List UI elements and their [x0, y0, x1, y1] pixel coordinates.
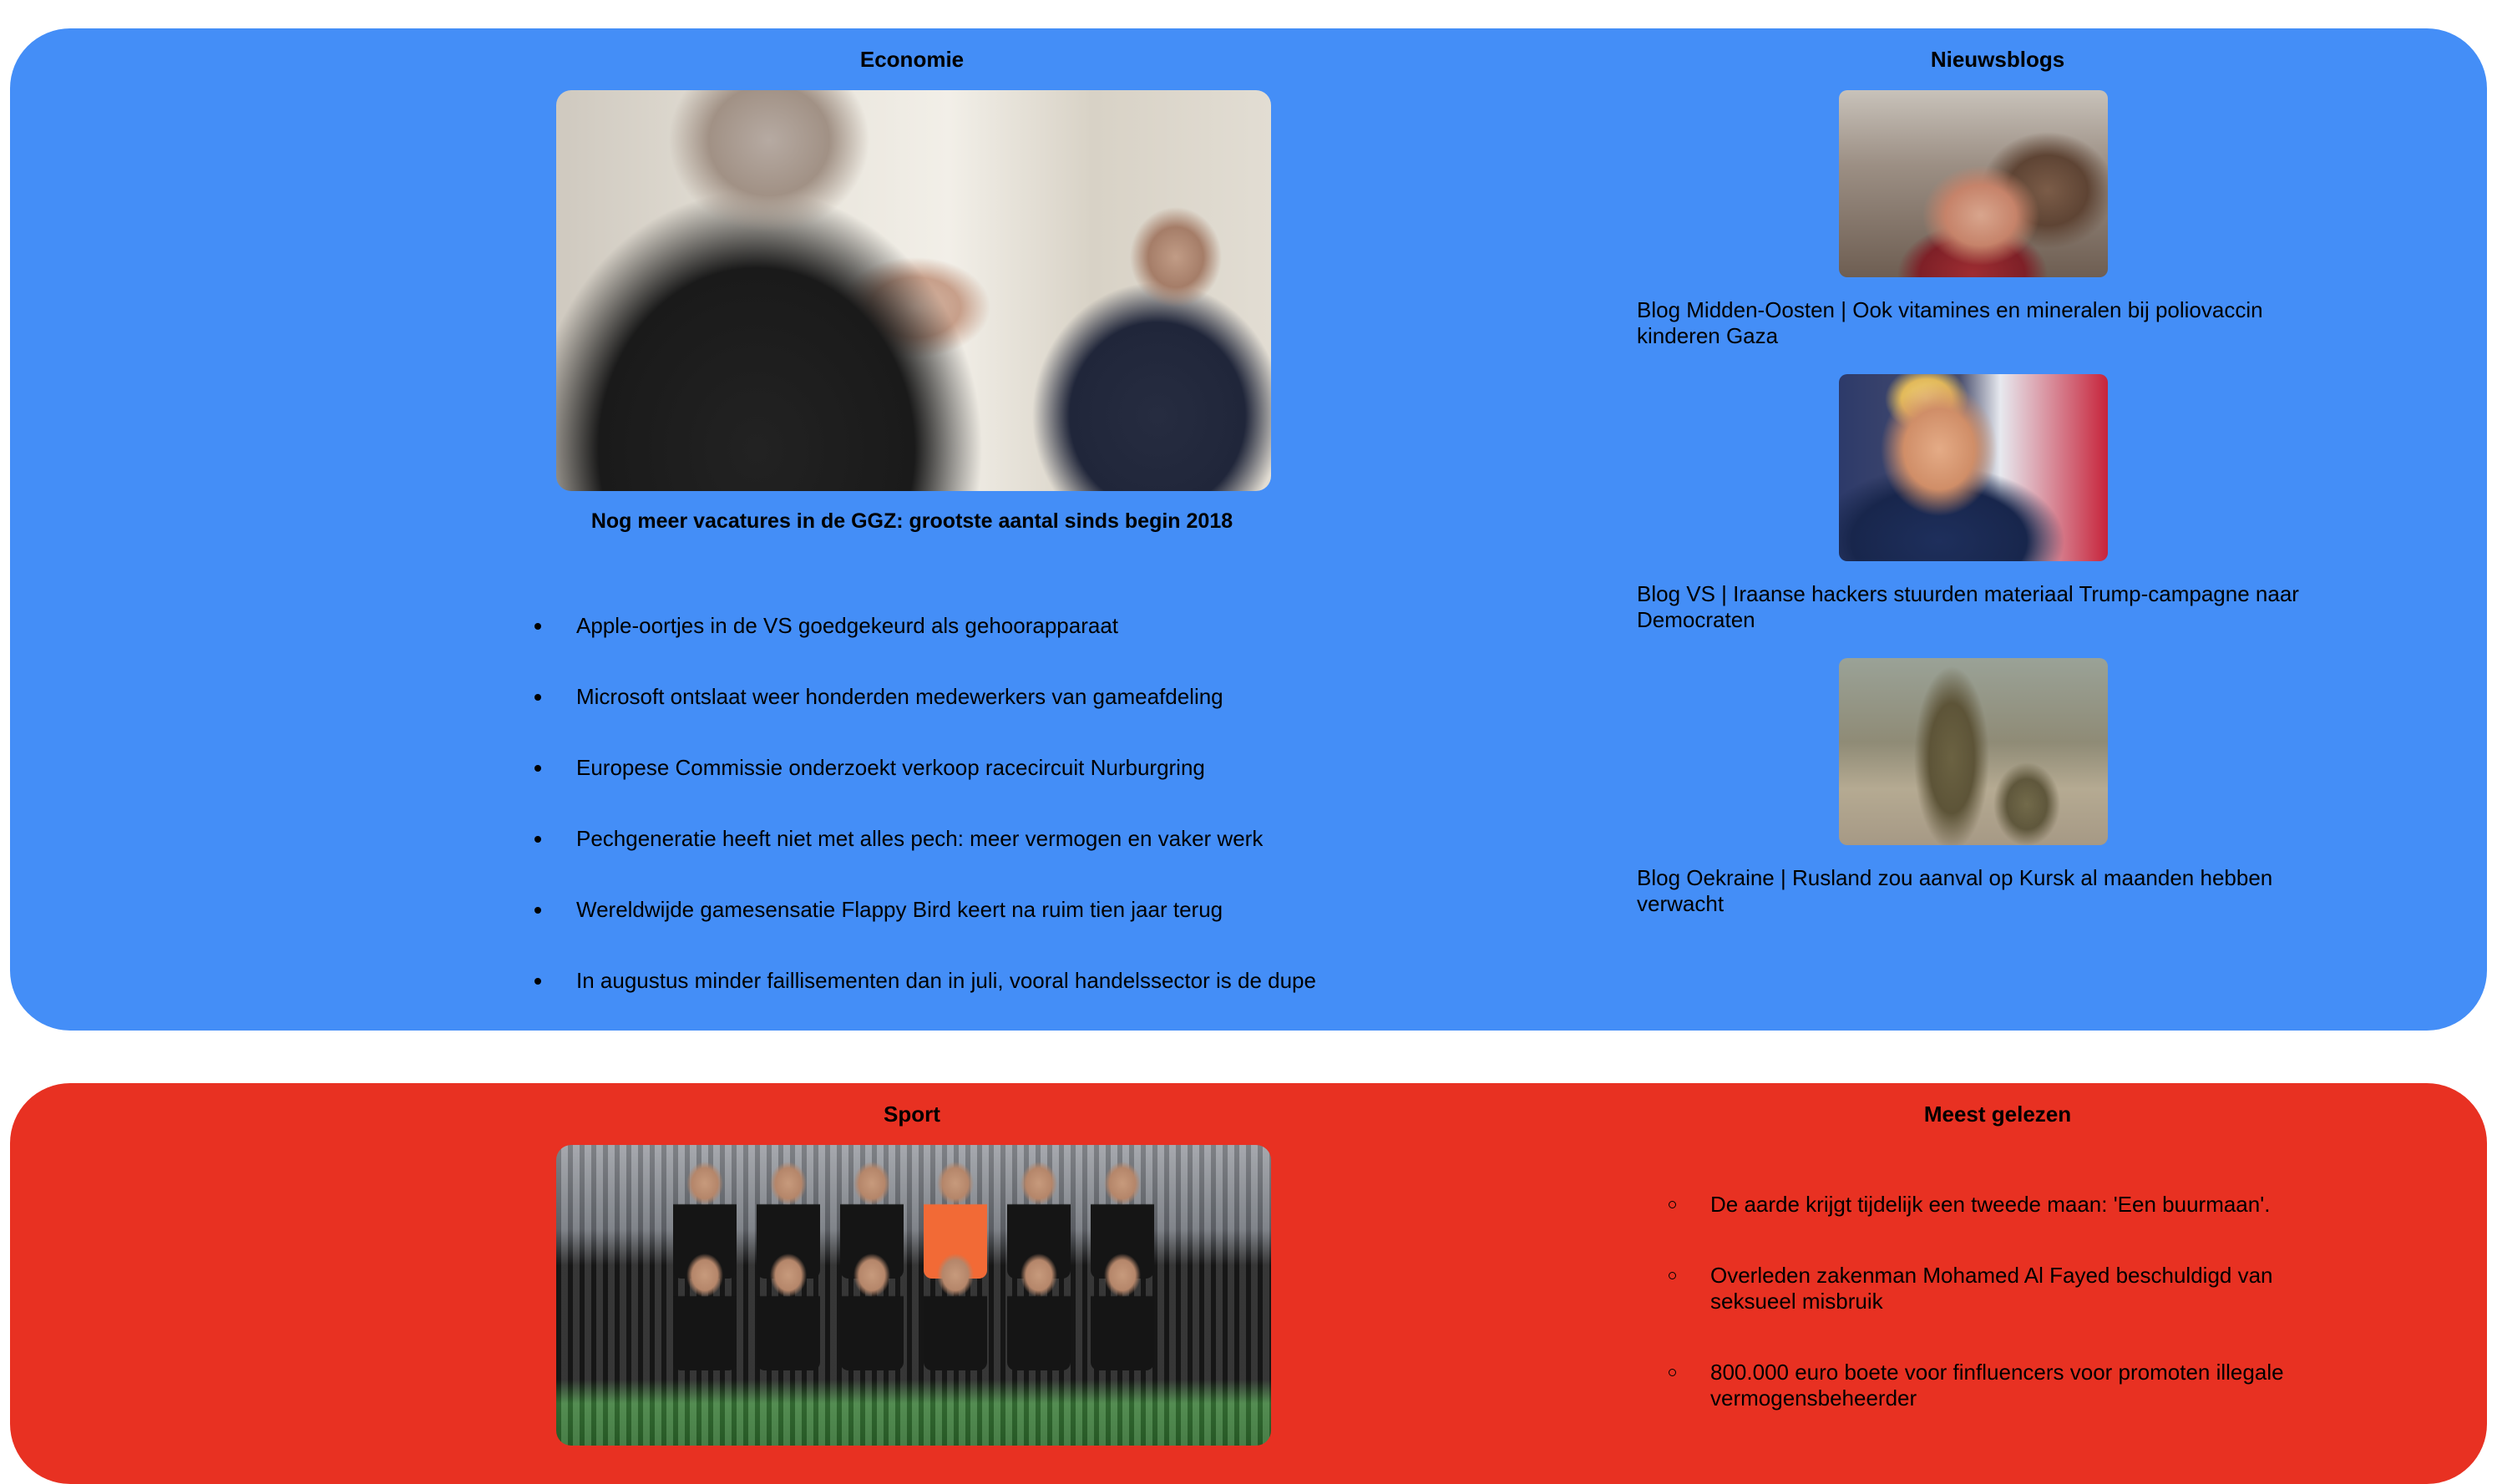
bullet-icon	[534, 694, 541, 701]
article-title[interactable]: De aarde krijgt tijdelijk een tweede maa…	[1710, 1192, 2270, 1217]
blog-thumbnail[interactable]	[1839, 374, 2108, 561]
circle-bullet-icon	[1669, 1369, 1676, 1376]
article-title[interactable]: Overleden zakenman Mohamed Al Fayed besc…	[1710, 1263, 2273, 1314]
article-title[interactable]: Apple-oortjes in de VS goedgekeurd als g…	[576, 613, 1118, 638]
bullet-icon	[534, 836, 541, 843]
meest-gelezen-list: De aarde krijgt tijdelijk een tweede maa…	[1669, 1192, 2303, 1456]
economie-article-link[interactable]: Pechgeneratie heeft niet met alles pech:…	[528, 826, 1316, 897]
player-figure	[924, 1254, 987, 1370]
article-title[interactable]: In augustus minder faillisementen dan in…	[576, 968, 1316, 993]
economie-featured-headline[interactable]: Nog meer vacatures in de GGZ: grootste a…	[10, 509, 1814, 534]
news-section-economie-blogs: Economie Nog meer vacatures in de GGZ: g…	[10, 28, 2487, 1031]
bullet-icon	[534, 978, 541, 985]
sport-featured-image[interactable]	[556, 1145, 1271, 1446]
blog-title[interactable]: Blog Midden-Oosten | Ook vitamines en mi…	[1637, 297, 2322, 349]
circle-bullet-icon	[1669, 1201, 1676, 1208]
bullet-icon	[534, 623, 541, 630]
player-figure	[757, 1254, 820, 1370]
blog-title[interactable]: Blog VS | Iraanse hackers stuurden mater…	[1637, 581, 2322, 633]
meest-gelezen-heading: Meest gelezen	[1923, 1102, 2072, 1127]
player-figure	[673, 1254, 737, 1370]
meest-gelezen-item[interactable]: De aarde krijgt tijdelijk een tweede maa…	[1669, 1192, 2303, 1218]
blog-title[interactable]: Blog Oekraine | Rusland zou aanval op Ku…	[1637, 865, 2322, 917]
bullet-icon	[534, 765, 541, 772]
economie-article-link[interactable]: Europese Commissie onderzoekt verkoop ra…	[528, 755, 1316, 826]
article-title[interactable]: Microsoft ontslaat weer honderden medewe…	[576, 684, 1223, 709]
meest-gelezen-item[interactable]: Overleden zakenman Mohamed Al Fayed besc…	[1669, 1263, 2303, 1314]
nieuwsblogs-heading: Nieuwsblogs	[1930, 47, 2065, 72]
article-title[interactable]: 800.000 euro boete voor finfluencers voo…	[1710, 1360, 2284, 1411]
economie-featured-image[interactable]	[556, 90, 1271, 491]
player-figure	[1091, 1254, 1154, 1370]
economie-article-link[interactable]: In augustus minder faillisementen dan in…	[528, 968, 1316, 1039]
team-photo-front-row	[556, 1254, 1271, 1370]
meest-gelezen-item[interactable]: 800.000 euro boete voor finfluencers voo…	[1669, 1360, 2303, 1411]
blog-thumbnail[interactable]	[1839, 658, 2108, 845]
news-section-sport-meest-gelezen: Sport Meest gelezen De aarde krijgt tijd…	[10, 1083, 2487, 1484]
economie-article-link[interactable]: Apple-oortjes in de VS goedgekeurd als g…	[528, 613, 1316, 684]
player-figure	[1007, 1254, 1071, 1370]
bullet-icon	[534, 907, 541, 914]
article-title[interactable]: Europese Commissie onderzoekt verkoop ra…	[576, 755, 1205, 780]
blog-thumbnail[interactable]	[1839, 90, 2108, 277]
economie-article-link[interactable]: Microsoft ontslaat weer honderden medewe…	[528, 684, 1316, 755]
player-figure	[840, 1254, 904, 1370]
economie-article-list: Apple-oortjes in de VS goedgekeurd als g…	[528, 613, 1316, 1039]
economie-article-link[interactable]: Wereldwijde gamesensatie Flappy Bird kee…	[528, 897, 1316, 968]
circle-bullet-icon	[1669, 1272, 1676, 1279]
article-title[interactable]: Wereldwijde gamesensatie Flappy Bird kee…	[576, 897, 1223, 922]
article-title[interactable]: Pechgeneratie heeft niet met alles pech:…	[576, 826, 1263, 851]
